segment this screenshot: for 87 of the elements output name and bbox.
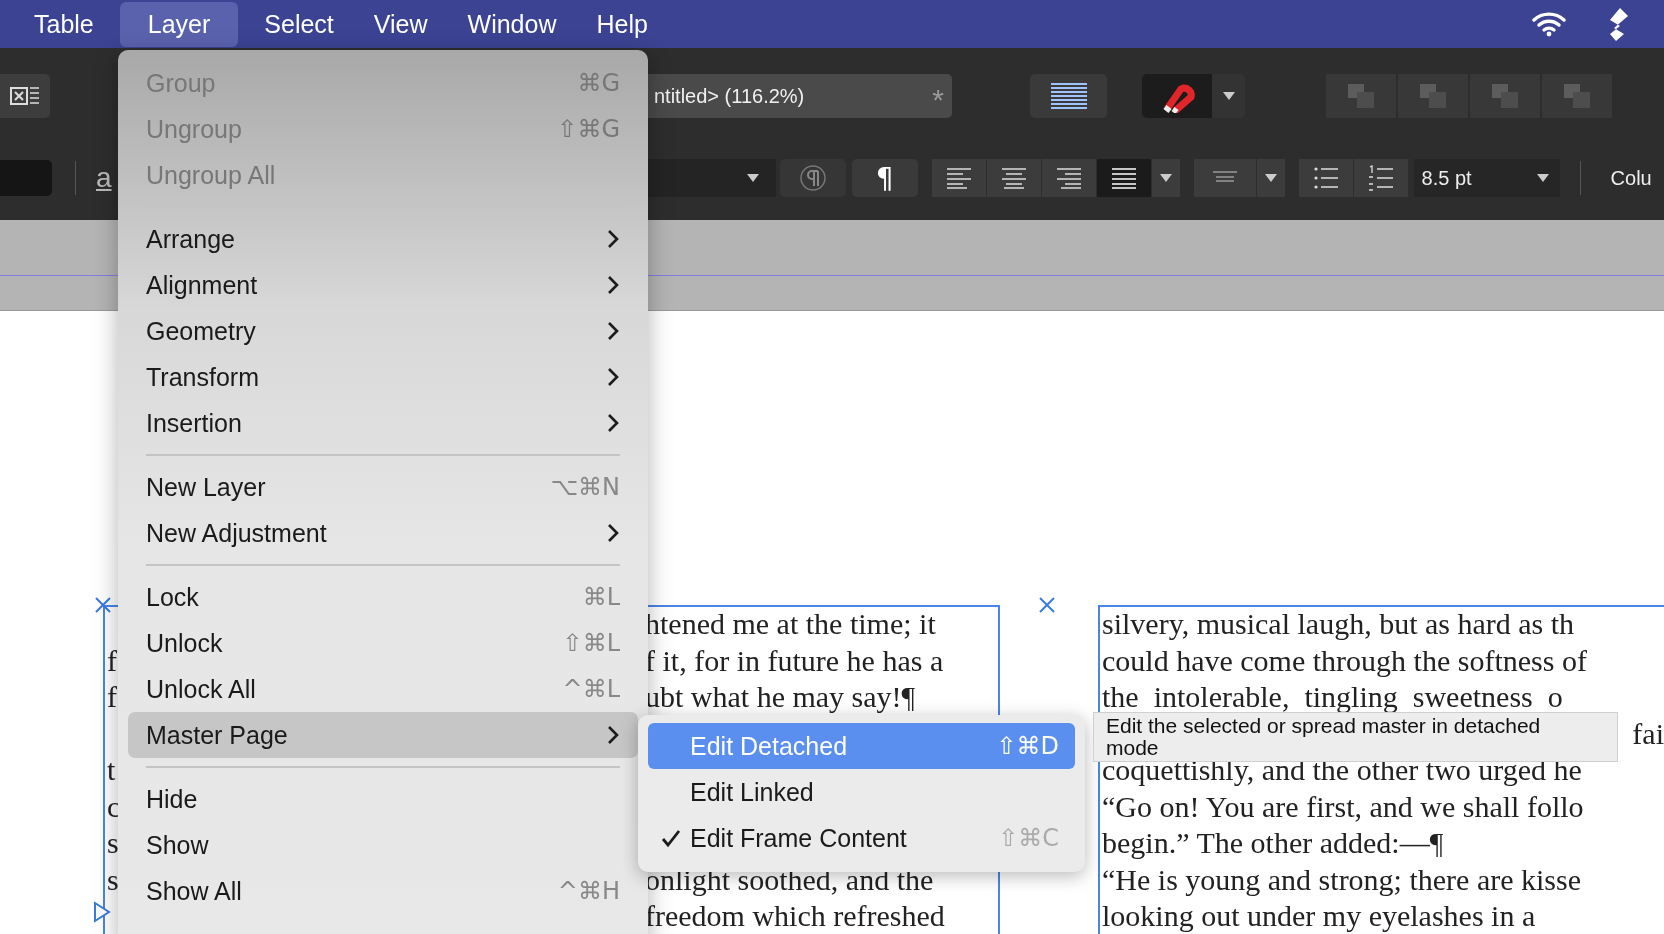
menu-item[interactable]: Insertion xyxy=(128,400,638,446)
text-line: silvery, musical laugh, but as hard as th xyxy=(1102,607,1575,642)
text-flow-icon[interactable] xyxy=(93,901,111,923)
text-line-fragment: s xyxy=(107,862,119,896)
chevron-right-icon xyxy=(606,522,620,544)
lines-icon xyxy=(1049,82,1088,110)
text-line: the intolerable, tingling sweetness o xyxy=(1102,680,1563,715)
document-title: ntitled> (116.2%) xyxy=(654,84,805,108)
paragraph-direction-button[interactable] xyxy=(779,159,846,197)
alignment-button[interactable] xyxy=(986,159,1041,197)
overlapping-squares-icon xyxy=(1562,82,1592,110)
chevron-right-icon xyxy=(606,724,620,746)
caret-icon xyxy=(1221,91,1236,101)
menu-bar-item[interactable]: Layer xyxy=(119,1,239,47)
chevron-right-icon xyxy=(606,274,620,296)
menu-item[interactable]: Alignment xyxy=(128,262,638,308)
overlapping-squares-icon xyxy=(1418,82,1448,110)
alignment-dropdown[interactable] xyxy=(1151,159,1180,197)
font-size-field[interactable]: 8.5 pt xyxy=(1413,159,1560,197)
text-line-fragment: freedom which refreshed xyxy=(645,899,945,934)
overlapping-squares-icon xyxy=(1490,82,1520,110)
text-line-fragment: f xyxy=(107,643,117,677)
text-line: “He is young and strong; there are kisse xyxy=(1102,862,1582,898)
menu-item[interactable]: Show All ^⌘H xyxy=(128,868,638,914)
menu-bar-item[interactable]: Table xyxy=(20,1,108,47)
wifi-icon[interactable] xyxy=(1532,11,1566,37)
bullet-list-button[interactable] xyxy=(1298,159,1353,197)
text-line: “Go on! You are first, and we shall follo xyxy=(1102,789,1584,825)
circled-pilcrow-icon xyxy=(797,163,828,193)
chevron-right-icon xyxy=(606,412,620,434)
text-frame-button[interactable] xyxy=(0,74,50,118)
text-line-fragment: htened me at the time; it xyxy=(645,607,936,642)
menu-item[interactable]: Edit Linked xyxy=(648,769,1075,815)
menu-item[interactable]: Unlock ⇧⌘L xyxy=(128,620,638,666)
text-line: fai xyxy=(1632,716,1664,752)
chevron-right-icon xyxy=(606,366,620,388)
snapping-button[interactable] xyxy=(1142,74,1212,118)
caret-icon xyxy=(1158,173,1173,183)
menu-bar-item[interactable]: Help xyxy=(582,1,662,47)
chevron-right-icon xyxy=(606,320,620,342)
menu-bar-item[interactable]: Window xyxy=(453,1,571,47)
numbered-list-icon xyxy=(1367,165,1394,191)
vertical-alignment-dropdown[interactable] xyxy=(1256,159,1285,197)
frame-handle-icon[interactable] xyxy=(1038,596,1056,614)
menu-item[interactable]: Edit Frame Content ⇧⌘C xyxy=(648,815,1075,861)
bullet-list-icon xyxy=(1312,166,1339,190)
text-line: begin.” The other added:—¶ xyxy=(1102,826,1444,861)
snapping-dropdown[interactable] xyxy=(1212,74,1245,118)
style-field[interactable] xyxy=(0,160,52,196)
chevron-right-icon xyxy=(606,228,620,250)
modified-mark: * xyxy=(932,82,944,115)
menu-item[interactable]: New Adjustment xyxy=(128,510,638,556)
menu-item[interactable]: Unlock All ^⌘L xyxy=(128,666,638,712)
caret-icon xyxy=(1535,173,1550,183)
document-title-field[interactable]: ntitled> (116.2%) * xyxy=(648,74,952,118)
menu-bar-item[interactable]: Select xyxy=(250,1,348,47)
text-line: looking out under my eyelashes in a xyxy=(1102,899,1536,934)
menu-item[interactable]: Show xyxy=(128,822,638,868)
alignment-button[interactable] xyxy=(931,159,986,197)
alignment-icon xyxy=(1110,167,1137,189)
show-special-characters-button[interactable]: ¶ xyxy=(851,159,918,197)
menu-item[interactable]: Arrange xyxy=(128,216,638,262)
frame-handle-icon[interactable] xyxy=(94,596,112,614)
menu-item[interactable]: Lock ⌘L xyxy=(128,574,638,620)
menu-item[interactable]: Geometry xyxy=(128,308,638,354)
text-line-fragment: f xyxy=(107,680,117,713)
menu-item[interactable]: Hide xyxy=(128,776,638,822)
caret-icon xyxy=(745,173,760,183)
caret-icon xyxy=(1263,173,1278,183)
text-line-fragment: s xyxy=(107,826,119,859)
alignment-icon xyxy=(1000,167,1027,189)
alignment-button[interactable] xyxy=(1041,159,1096,197)
overlapping-squares-icon xyxy=(1346,82,1376,110)
menu-item[interactable]: Master Page xyxy=(128,712,638,758)
alignment-icon xyxy=(1055,167,1082,189)
underline-label[interactable]: a xyxy=(96,162,112,194)
panel-label: Colu xyxy=(1610,166,1652,190)
alignment-button[interactable] xyxy=(1096,159,1151,197)
menu-item[interactable]: New Layer ⌥⌘N xyxy=(128,464,638,510)
text-line-fragment: t xyxy=(107,753,116,786)
menu-item[interactable]: Transform xyxy=(128,354,638,400)
menu-bar-item[interactable]: View xyxy=(359,1,442,47)
text-line: could have come through the softness of xyxy=(1102,643,1587,679)
tooltip: Edit the selected or spread master in detached mode xyxy=(1093,712,1618,762)
baseline-grid-button[interactable] xyxy=(1030,74,1107,118)
numbered-list-button[interactable] xyxy=(1353,159,1408,197)
alignment-icon xyxy=(945,167,972,189)
